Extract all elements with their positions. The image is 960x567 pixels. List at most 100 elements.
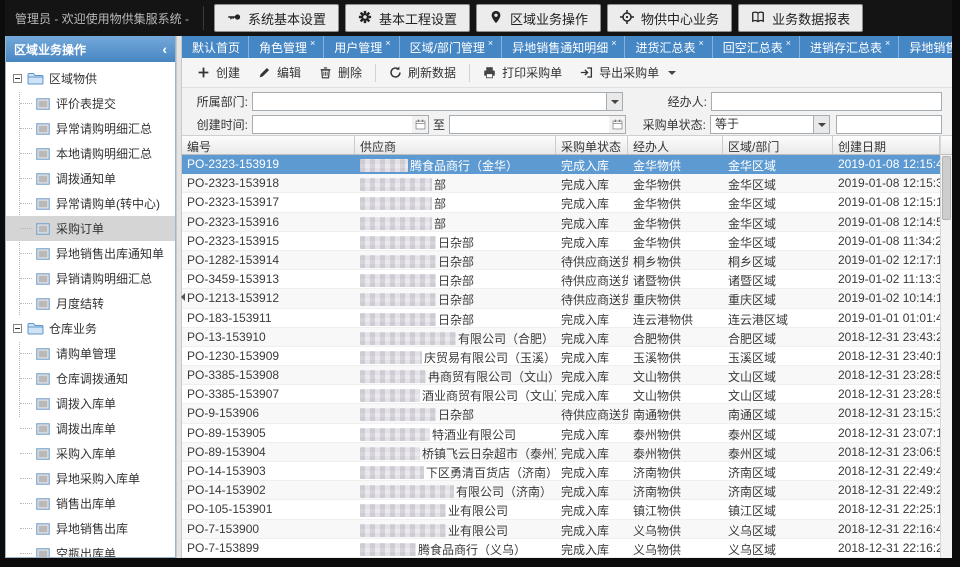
date-to-input[interactable]	[449, 115, 626, 134]
tree-item[interactable]: 异常请购单(转中心)	[6, 191, 175, 216]
collapse-expander-icon[interactable]	[13, 324, 22, 333]
tree-item[interactable]: 异地销售出库	[6, 516, 175, 541]
column-header[interactable]: 供应商	[355, 136, 556, 154]
close-icon[interactable]: ×	[786, 38, 791, 48]
table-row[interactable]: PO-89-153905特酒业有限公司完成入库泰州物供泰州区域2018-12-3…	[182, 424, 940, 443]
table-row[interactable]: PO-2323-153918部完成入库金华物供金华区域2019-01-08 12…	[182, 174, 940, 193]
collapse-expander-icon[interactable]	[13, 74, 22, 83]
tree-item[interactable]: 异地采购入库单	[6, 466, 175, 491]
tab[interactable]: 回空汇总表×	[713, 36, 800, 58]
column-header[interactable]: 编号	[182, 136, 355, 154]
column-header[interactable]: 经办人	[628, 136, 723, 154]
refresh-button[interactable]: 刷新数据	[380, 61, 465, 85]
close-icon[interactable]: ×	[885, 38, 890, 48]
table-row[interactable]: PO-7-153900业有限公司完成入库义乌物供义乌区域2018-12-31 2…	[182, 520, 940, 539]
tree-item[interactable]: 异常请购明细汇总	[6, 116, 175, 141]
tree-folder[interactable]: 区域物供	[6, 66, 175, 91]
table-row[interactable]: PO-1230-153909庆贸易有限公司（玉溪）完成入库玉溪物供玉溪区域201…	[182, 347, 940, 366]
topbar-menu-button[interactable]: 业务数据报表	[738, 4, 863, 32]
tab[interactable]: 异地销售通知明细×	[502, 36, 625, 58]
dept-filter-select[interactable]	[252, 92, 623, 111]
handler: 玉溪物供	[628, 347, 723, 365]
table-row[interactable]: PO-105-153901业有限公司完成入库镇江物供镇江区域2018-12-31…	[182, 500, 940, 519]
column-header[interactable]: 采购单状态	[556, 136, 628, 154]
table-row[interactable]: PO-13-153910有限公司（合肥）完成入库合肥物供合肥区域2018-12-…	[182, 328, 940, 347]
handler-filter-input[interactable]	[711, 92, 942, 111]
edit-button[interactable]: 编辑	[249, 61, 310, 85]
table-row[interactable]: PO-3385-153908冉商贸有限公司（文山）完成入库文山物供文山区域201…	[182, 366, 940, 385]
tree-item[interactable]: 销售出库单	[6, 491, 175, 516]
vertical-scrollbar[interactable]	[940, 135, 952, 558]
tree-item[interactable]: 仓库调拨通知	[6, 366, 175, 391]
table-row[interactable]: PO-14-153903下区勇清百货店（济南）完成入库济南物供济南区域2018-…	[182, 462, 940, 481]
tree-item[interactable]: 调拨入库单	[6, 391, 175, 416]
topbar-menu-button[interactable]: 区域业务操作	[476, 4, 601, 32]
table-row[interactable]: PO-9-153906日杂部待供应商送货南通物供南通区域2018-12-31 2…	[182, 404, 940, 423]
close-icon[interactable]: ×	[611, 38, 616, 48]
topbar-menu-button[interactable]: 物供中心业务	[607, 4, 732, 32]
table-row[interactable]: PO-3459-153913日杂部待供应商送货诸暨物供诸暨区域2019-01-0…	[182, 270, 940, 289]
tab[interactable]: 进货汇总表×	[625, 36, 712, 58]
chevron-down-icon	[668, 71, 676, 79]
redacted-blur	[360, 485, 454, 498]
tree-item[interactable]: 月度结转	[6, 291, 175, 316]
table-row[interactable]: PO-7-153899腾食品商行（义乌）完成入库义乌物供义乌区域2018-12-…	[182, 539, 940, 558]
tree-item[interactable]: 调拨出库单	[6, 416, 175, 441]
tree-item[interactable]: 评价表提交	[6, 91, 175, 116]
tree-item[interactable]: 异地销售出库通知单	[6, 241, 175, 266]
printer-icon	[483, 66, 496, 79]
status-op-select[interactable]: 等于	[710, 115, 830, 134]
tree-item[interactable]: 空瓶出库单	[6, 541, 175, 557]
table-row[interactable]: PO-3385-153907酒业商贸有限公司（文山）完成入库文山物供文山区域20…	[182, 385, 940, 404]
column-header[interactable]: 创建日期	[833, 136, 940, 154]
table-row[interactable]: PO-2323-153917部完成入库金华物供金华区域2019-01-08 12…	[182, 193, 940, 212]
close-icon[interactable]: ×	[698, 38, 703, 48]
tab[interactable]: 区域/部门管理×	[400, 36, 503, 58]
tab[interactable]: 默认首页	[182, 36, 249, 58]
tree-item[interactable]: 请购单管理	[6, 341, 175, 366]
redacted-blur	[360, 178, 432, 191]
scrollbar-thumb[interactable]	[942, 156, 951, 220]
status-filter-input[interactable]	[836, 115, 942, 134]
chevron-down-icon[interactable]	[813, 115, 830, 134]
region-dept: 重庆区域	[723, 289, 833, 307]
table-row[interactable]: PO-1282-153914日杂部待供应商送货桐乡物供桐乡区域2019-01-0…	[182, 251, 940, 270]
tree-item[interactable]: 异销请购明细汇总	[6, 266, 175, 291]
tree-item[interactable]: 采购入库单	[6, 441, 175, 466]
print-button[interactable]: 打印采购单	[474, 61, 571, 85]
chevron-down-icon[interactable]	[606, 92, 623, 111]
tree-folder[interactable]: 仓库业务	[6, 316, 175, 341]
close-icon[interactable]: ×	[385, 38, 390, 48]
close-icon[interactable]: ×	[310, 38, 315, 48]
delete-button[interactable]: 删除	[310, 61, 371, 85]
table-row[interactable]: PO-183-153911日杂部完成入库连云港物供连云港区域2019-01-01…	[182, 309, 940, 328]
tab[interactable]: 进销存汇总表×	[800, 36, 899, 58]
column-header[interactable]: 区域/部门	[723, 136, 833, 154]
splitter[interactable]	[176, 36, 182, 558]
calendar-icon[interactable]	[609, 115, 626, 134]
collapse-arrow-icon[interactable]	[177, 293, 185, 301]
tab[interactable]: 用户管理×	[324, 36, 399, 58]
table-row[interactable]: PO-89-153904桥镇飞云日杂超市（泰州）完成入库泰州物供泰州区域2018…	[182, 443, 940, 462]
tree-item[interactable]: 采购订单	[6, 216, 175, 241]
tree-item[interactable]: 调拨通知单	[6, 166, 175, 191]
topbar-menu-button[interactable]: 系统基本设置	[214, 4, 339, 32]
calendar-icon[interactable]	[412, 115, 429, 134]
topbar-menu-button[interactable]: 基本工程设置	[345, 4, 470, 32]
tree-item[interactable]: 本地请购明细汇总	[6, 141, 175, 166]
form-icon	[36, 123, 50, 135]
tab[interactable]: 异地销售调整明细×	[899, 36, 952, 58]
table-row[interactable]: PO-2323-153919腾食品商行（金华）完成入库金华物供金华区域2019-…	[182, 155, 940, 174]
chevron-left-icon[interactable]: ‹	[162, 42, 167, 56]
table-row[interactable]: PO-1213-153912日杂部待供应商送货重庆物供重庆区域2019-01-0…	[182, 289, 940, 308]
create-button[interactable]: 创建	[188, 61, 249, 85]
order-id: PO-89-153904	[182, 443, 355, 461]
tab[interactable]: 角色管理×	[249, 36, 324, 58]
table-row[interactable]: PO-14-153902有限公司（济南）完成入库济南物供济南区域2018-12-…	[182, 481, 940, 500]
close-icon[interactable]: ×	[488, 38, 493, 48]
scrollbar-track[interactable]	[941, 155, 952, 558]
table-row[interactable]: PO-2323-153915日杂部完成入库金华物供金华区域2019-01-08 …	[182, 232, 940, 251]
export-button[interactable]: 导出采购单	[571, 61, 685, 85]
date-from-input[interactable]	[252, 115, 429, 134]
table-row[interactable]: PO-2323-153916部完成入库金华物供金华区域2019-01-08 12…	[182, 213, 940, 232]
